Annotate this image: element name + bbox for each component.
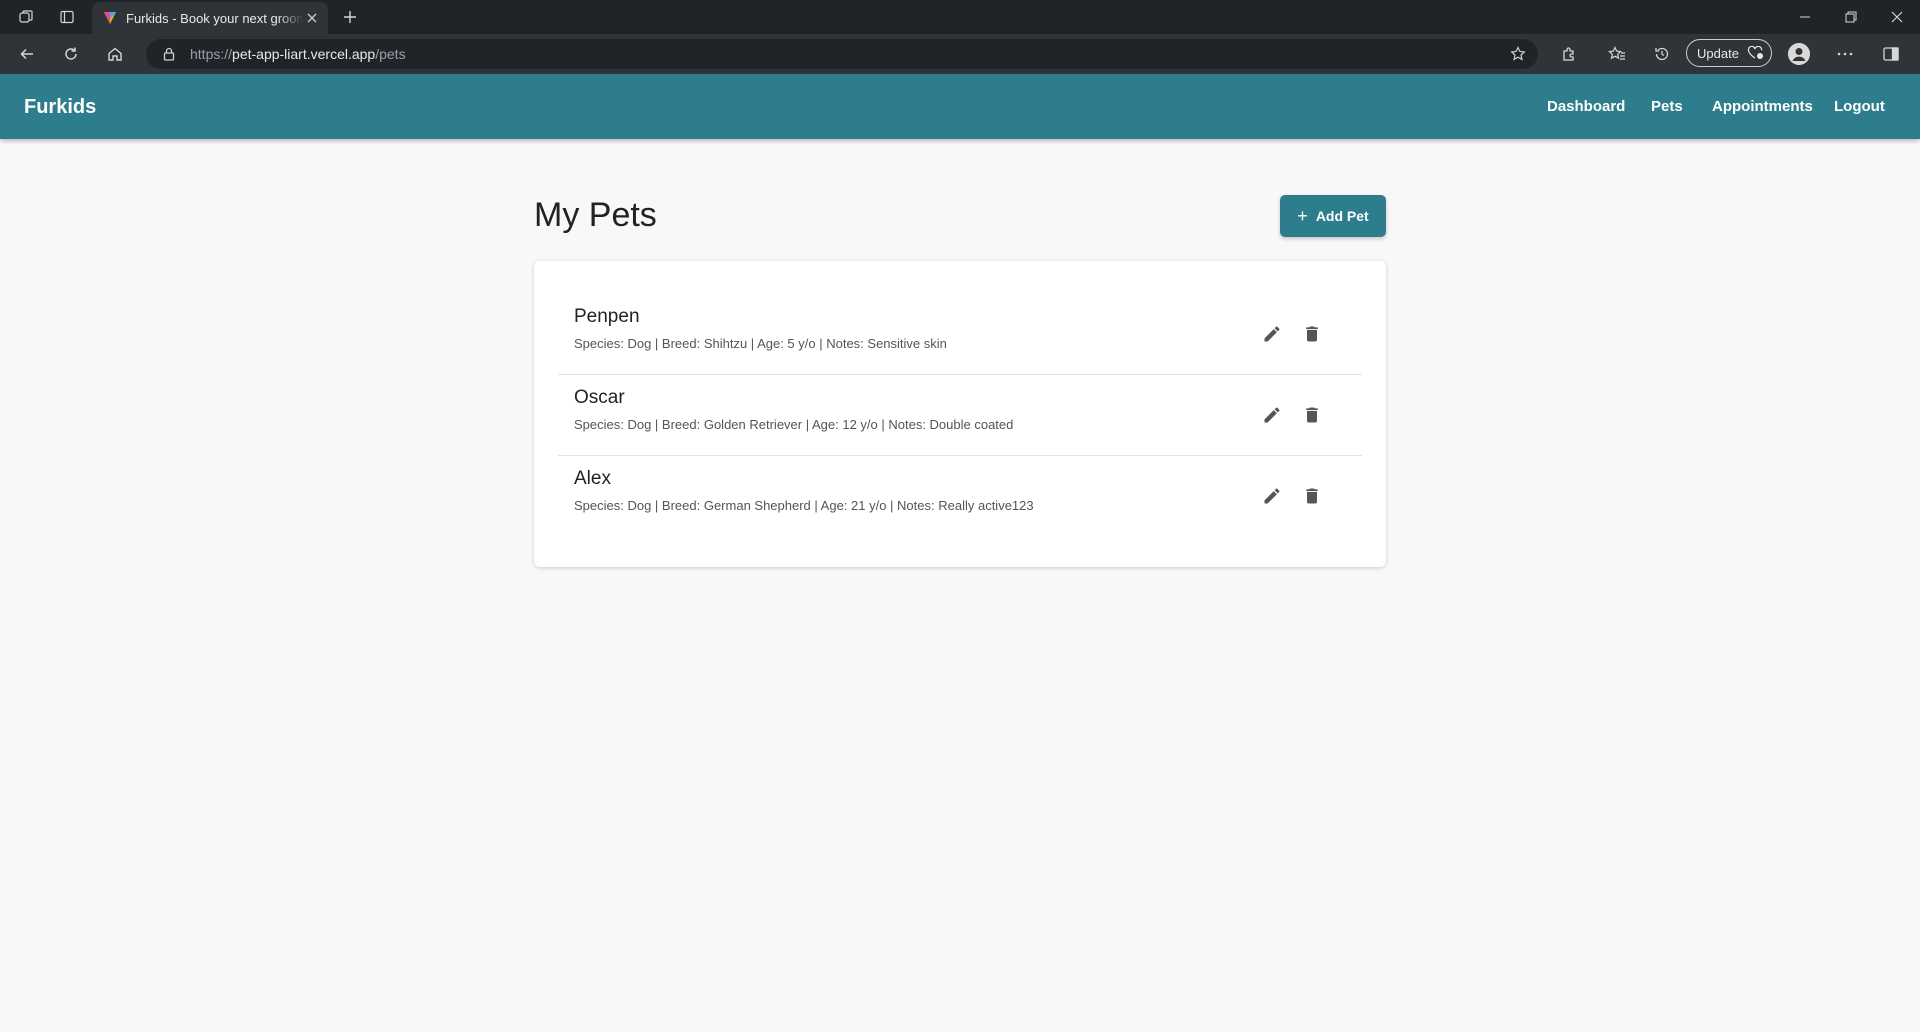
tab-actions-icon[interactable] — [53, 4, 81, 30]
update-button[interactable]: Update — [1686, 39, 1772, 67]
url-path: /pets — [375, 46, 406, 62]
page-title: My Pets — [534, 196, 657, 234]
pet-name: Penpen — [574, 306, 640, 327]
pencil-icon — [1264, 407, 1280, 423]
restore-window-icon[interactable] — [1828, 0, 1874, 34]
more-options-icon[interactable] — [1830, 40, 1860, 68]
lock-icon[interactable] — [162, 47, 176, 61]
nav-link-appointments[interactable]: Appointments — [1712, 98, 1813, 115]
workspaces-icon[interactable] — [12, 4, 40, 30]
new-tab-icon[interactable] — [336, 4, 364, 30]
update-label: Update — [1697, 45, 1739, 61]
pencil-icon — [1264, 488, 1280, 504]
pet-list-item: Penpen Species: Dog | Breed: Shihtzu | A… — [558, 294, 1362, 375]
pet-list-item: Alex Species: Dog | Breed: German Shephe… — [558, 456, 1362, 536]
url-text: https://pet-app-liart.vercel.app/pets — [190, 46, 406, 62]
delete-pet-button[interactable] — [1300, 403, 1324, 427]
home-icon[interactable] — [100, 40, 130, 68]
back-icon[interactable] — [12, 40, 42, 68]
add-pet-button[interactable]: + Add Pet — [1280, 195, 1386, 237]
pet-list-item: Oscar Species: Dog | Breed: Golden Retri… — [558, 375, 1362, 456]
trash-icon — [1306, 326, 1318, 342]
furkids-favicon-icon — [104, 12, 116, 24]
url-scheme: https:// — [190, 46, 233, 62]
plus-icon: + — [1297, 206, 1308, 226]
pencil-icon — [1264, 326, 1280, 342]
brand-logo[interactable]: Furkids — [24, 96, 96, 119]
pet-name: Alex — [574, 468, 611, 489]
pet-details: Species: Dog | Breed: German Shepherd | … — [574, 498, 1034, 513]
pet-details: Species: Dog | Breed: Shihtzu | Age: 5 y… — [574, 336, 947, 351]
minimize-window-icon[interactable] — [1782, 0, 1828, 34]
profile-avatar-icon[interactable] — [1788, 43, 1810, 65]
delete-pet-button[interactable] — [1300, 484, 1324, 508]
active-tab[interactable]: Furkids - Book your next grooming appoin… — [92, 2, 328, 34]
trash-icon — [1306, 488, 1318, 504]
edit-pet-button[interactable] — [1260, 322, 1284, 346]
favorite-star-icon[interactable] — [1510, 46, 1526, 67]
edit-pet-button[interactable] — [1260, 484, 1284, 508]
edit-pet-button[interactable] — [1260, 403, 1284, 427]
close-window-icon[interactable] — [1874, 0, 1920, 34]
address-bar[interactable]: https://pet-app-liart.vercel.app/pets — [146, 39, 1538, 69]
pet-details: Species: Dog | Breed: Golden Retriever |… — [574, 417, 1014, 432]
sidebar-toggle-icon[interactable] — [1876, 40, 1906, 68]
app-navbar: Furkids Dashboard Pets Appointments Logo… — [0, 74, 1920, 139]
favorites-icon[interactable] — [1602, 40, 1632, 68]
nav-link-logout[interactable]: Logout — [1834, 98, 1885, 115]
browser-toolbar: https://pet-app-liart.vercel.app/pets Up… — [0, 34, 1920, 74]
browser-tab-strip: Furkids - Book your next grooming appoin… — [0, 0, 1920, 34]
pet-name: Oscar — [574, 387, 625, 408]
history-icon[interactable] — [1647, 40, 1677, 68]
nav-link-pets[interactable]: Pets — [1651, 98, 1683, 115]
trash-icon — [1306, 407, 1318, 423]
nav-link-dashboard[interactable]: Dashboard — [1547, 98, 1625, 115]
add-pet-label: Add Pet — [1315, 208, 1369, 224]
reload-icon[interactable] — [56, 40, 86, 68]
tab-title: Furkids - Book your next grooming appoin… — [126, 10, 304, 26]
update-heart-icon — [1747, 46, 1765, 60]
url-host: pet-app-liart.vercel.app — [232, 46, 376, 62]
close-tab-icon[interactable] — [304, 10, 320, 26]
delete-pet-button[interactable] — [1300, 322, 1324, 346]
extensions-icon[interactable] — [1554, 40, 1584, 68]
pets-list-card: Penpen Species: Dog | Breed: Shihtzu | A… — [534, 261, 1386, 567]
